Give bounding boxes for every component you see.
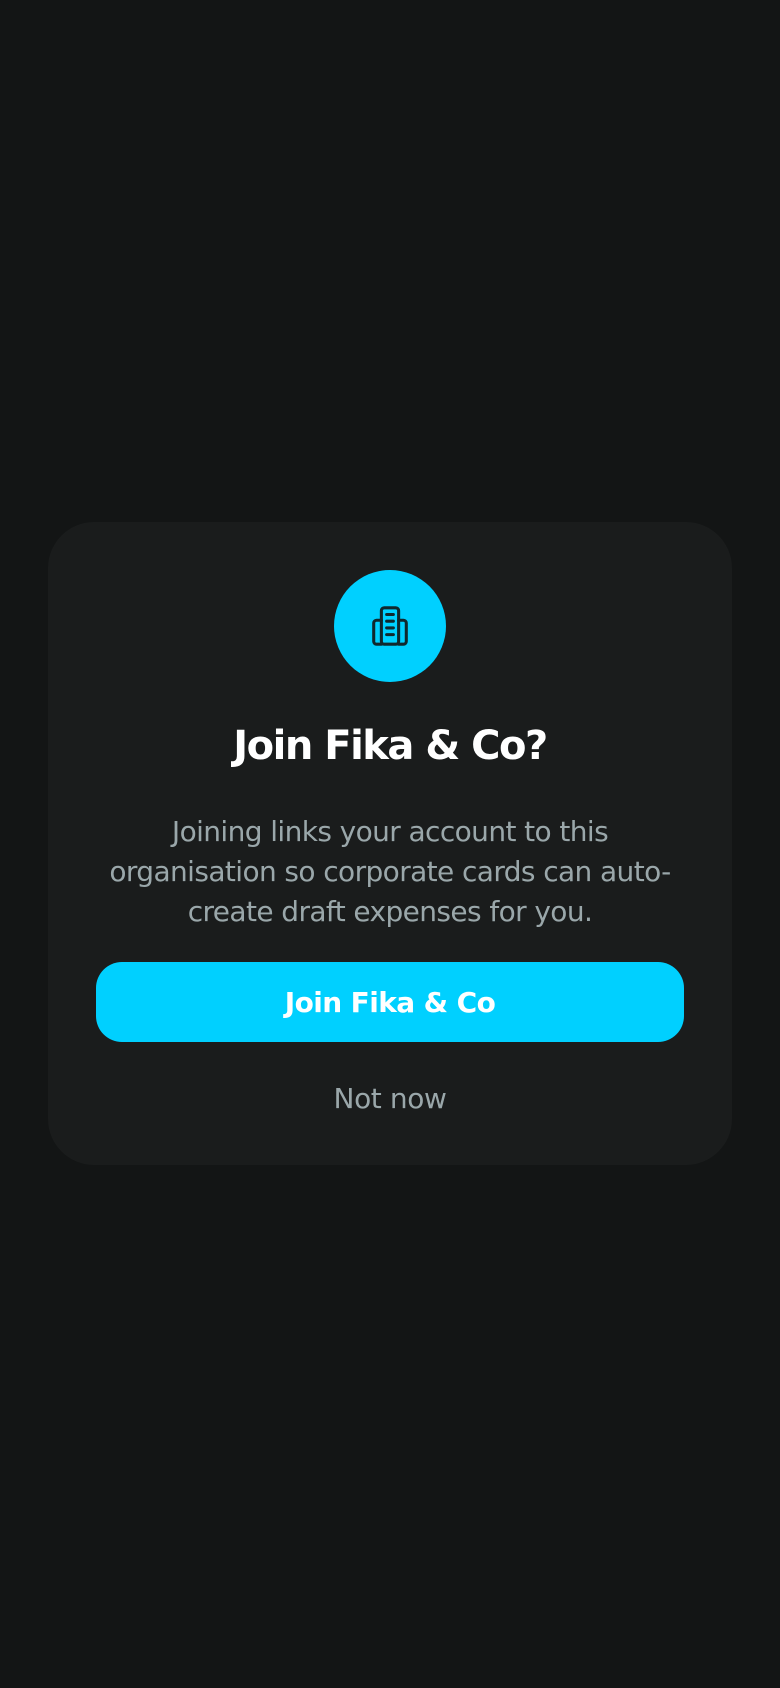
building-icon: [372, 606, 408, 646]
join-organisation-dialog: Join Fika & Co? Joining links your accou…: [48, 522, 732, 1165]
screen-background: Join Fika & Co? Joining links your accou…: [0, 0, 780, 1688]
organisation-icon-badge: [334, 570, 446, 682]
dialog-description: Joining links your account to this organ…: [109, 815, 671, 928]
not-now-button[interactable]: Not now: [290, 1070, 490, 1126]
join-organisation-button[interactable]: Join Fika & Co: [96, 962, 684, 1042]
dialog-title: Join Fika & Co?: [233, 723, 548, 769]
